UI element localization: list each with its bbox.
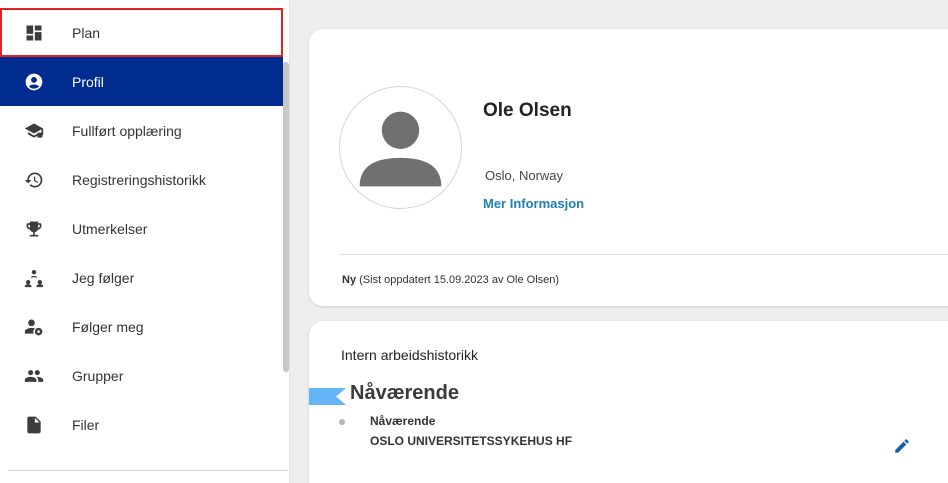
network-icon: [24, 268, 44, 288]
work-history-section: Nåværende: [350, 382, 459, 404]
sidebar-item-jeg-folger[interactable]: Jeg følger: [0, 253, 283, 302]
sidebar-item-label: Registreringshistorikk: [72, 171, 206, 188]
sidebar-item-label: Utmerkelser: [72, 220, 148, 237]
avatar: [339, 86, 462, 209]
person-placeholder-icon: [359, 111, 442, 187]
sidebar-item-filer[interactable]: Filer: [0, 400, 283, 449]
work-history-card: Intern arbeidshistorikk Nåværende Nåvære…: [309, 321, 948, 483]
sidebar-item-utmerkelser[interactable]: Utmerkelser: [0, 204, 283, 253]
work-entry-org: OSLO UNIVERSITETSSYKEHUS HF: [370, 434, 573, 448]
account-circle-icon: [24, 72, 44, 92]
timeline-bullet: [339, 419, 345, 425]
sidebar-scrollbar[interactable]: [283, 62, 289, 372]
history-icon: [24, 170, 44, 190]
more-info-link[interactable]: Mer Informasjon: [483, 196, 584, 211]
file-icon: [24, 415, 44, 435]
trophy-icon: [24, 219, 44, 239]
sidebar-item-profil[interactable]: Profil: [0, 57, 283, 106]
sidebar-item-label: Profil: [72, 73, 104, 90]
sidebar-item-label: Filer: [72, 416, 100, 433]
profile-updated: Ny (Sist oppdatert 15.09.2023 av Ole Ols…: [342, 274, 559, 286]
sidebar-item-label: Følger meg: [72, 318, 144, 335]
flag-icon: [309, 388, 346, 405]
sidebar-item-label: Plan: [72, 24, 101, 41]
sidebar-divider: [8, 470, 288, 471]
profile-location: Oslo, Norway: [485, 168, 564, 183]
sidebar-nav: Plan Profil Fullført opplæring Registrer…: [0, 8, 283, 449]
sidebar-item-fullfort-opplaering[interactable]: Fullført opplæring: [0, 106, 283, 155]
graduation-cap-icon: [24, 121, 44, 141]
sidebar-item-folger-meg[interactable]: Følger meg: [0, 302, 283, 351]
person-follow-icon: [24, 317, 44, 337]
profile-status: Ny: [342, 274, 357, 286]
work-history-title: Intern arbeidshistorikk: [341, 347, 478, 363]
dashboard-icon: [24, 23, 44, 43]
sidebar-item-label: Jeg følger: [72, 269, 135, 286]
profile-updated-text: (Sist oppdatert 15.09.2023 av Ole Olsen): [359, 274, 560, 286]
sidebar-item-registreringshistorikk[interactable]: Registreringshistorikk: [0, 155, 283, 204]
sidebar-item-label: Grupper: [72, 367, 124, 384]
profile-name: Ole Olsen: [483, 100, 572, 121]
sidebar-item-label: Fullført opplæring: [72, 122, 182, 139]
sidebar: Plan Profil Fullført opplæring Registrer…: [0, 0, 290, 483]
sidebar-item-plan[interactable]: Plan: [0, 8, 283, 57]
card-divider: [339, 254, 948, 255]
edit-button[interactable]: [891, 435, 913, 457]
work-entry-title: Nåværende: [370, 414, 436, 428]
group-icon: [24, 366, 44, 386]
pencil-icon: [895, 439, 909, 453]
profile-card: Ole Olsen Oslo, Norway Mer Informasjon N…: [309, 29, 948, 306]
sidebar-item-grupper[interactable]: Grupper: [0, 351, 283, 400]
